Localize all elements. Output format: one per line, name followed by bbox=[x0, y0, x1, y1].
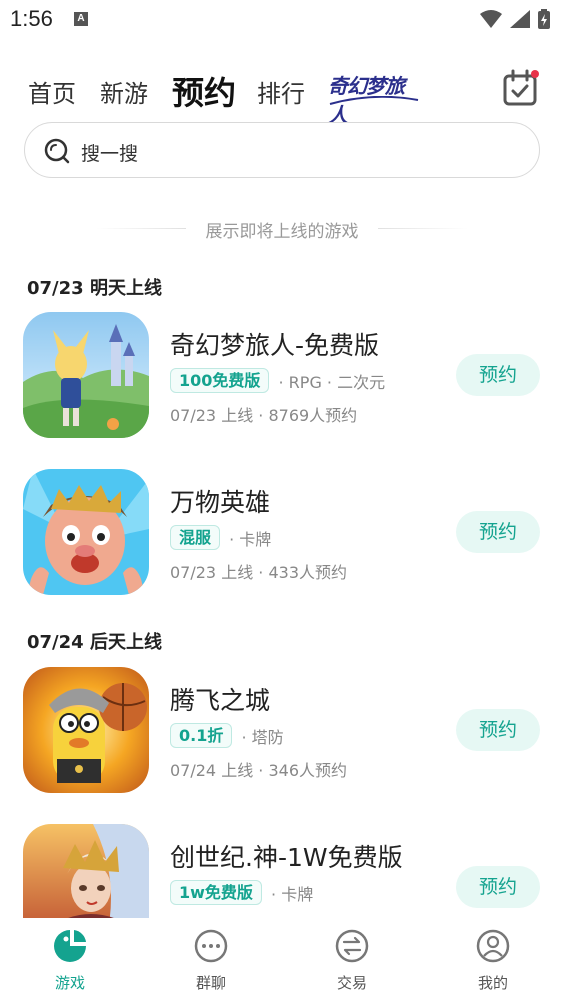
game-item[interactable]: 腾飞之城 0.1折 · 塔防 07/24 上线 · 346人预约 预约 bbox=[0, 667, 564, 797]
game-list: 07/23 明天上线 奇幻梦旅人-免费版 100免费版 · RPG · 二次元 … bbox=[0, 0, 564, 918]
reserve-button[interactable]: 预约 bbox=[456, 866, 540, 908]
game-launch-info: 07/24 上线 · 346人预约 bbox=[170, 761, 347, 780]
game-title: 腾飞之城 bbox=[170, 686, 271, 715]
game-badge: 0.1折 bbox=[170, 723, 233, 748]
game-item[interactable]: 创世纪.神-1W免费版 1w免费版 · 卡牌 预约 bbox=[0, 824, 564, 918]
game-title: 万物英雄 bbox=[170, 488, 271, 517]
game-tags: · 塔防 bbox=[241, 727, 284, 747]
game-title: 奇幻梦旅人-免费版 bbox=[170, 331, 380, 360]
game-item[interactable]: 万物英雄 混服 · 卡牌 07/23 上线 · 433人预约 预约 bbox=[0, 469, 564, 599]
bottom-nav-label: 交易 bbox=[336, 974, 367, 992]
profile-icon bbox=[476, 929, 510, 963]
exchange-icon bbox=[335, 929, 369, 963]
game-meta: 0.1折 · 塔防 bbox=[170, 723, 284, 749]
bottom-nav-profile[interactable]: 我的 bbox=[453, 928, 533, 1004]
chat-icon bbox=[194, 929, 228, 963]
game-icon-soaring-city bbox=[23, 667, 149, 793]
game-tags: · 卡牌 bbox=[271, 884, 314, 904]
game-icon-fantasy-traveler bbox=[23, 312, 149, 438]
game-title: 创世纪.神-1W免费版 bbox=[170, 843, 403, 872]
game-badge: 100免费版 bbox=[170, 368, 270, 393]
game-icon-heroes bbox=[23, 469, 149, 595]
section-header-tomorrow: 07/23 明天上线 bbox=[27, 278, 162, 299]
reserve-button[interactable]: 预约 bbox=[456, 709, 540, 751]
reserve-button[interactable]: 预约 bbox=[456, 354, 540, 396]
game-badge: 混服 bbox=[170, 525, 221, 550]
game-launch-info: 07/23 上线 · 433人预约 bbox=[170, 563, 347, 582]
bottom-nav-label: 游戏 bbox=[54, 974, 85, 992]
bottom-nav-label: 我的 bbox=[477, 974, 508, 992]
bottom-nav: 游戏 群聊 交易 我的 bbox=[0, 918, 564, 1004]
game-launch-info: 07/23 上线 · 8769人预约 bbox=[170, 406, 358, 425]
bottom-nav-trade[interactable]: 交易 bbox=[312, 928, 392, 1004]
game-meta: 1w免费版 · 卡牌 bbox=[170, 880, 313, 906]
game-icon-genesis-god bbox=[23, 824, 149, 918]
bottom-nav-label: 群聊 bbox=[195, 974, 226, 992]
game-item[interactable]: 奇幻梦旅人-免费版 100免费版 · RPG · 二次元 07/23 上线 · … bbox=[0, 312, 564, 442]
game-meta: 混服 · 卡牌 bbox=[170, 525, 271, 551]
bottom-nav-games[interactable]: 游戏 bbox=[30, 928, 110, 1004]
game-tags: · RPG · 二次元 bbox=[278, 372, 386, 392]
reserve-button[interactable]: 预约 bbox=[456, 511, 540, 553]
bottom-nav-chat[interactable]: 群聊 bbox=[171, 928, 251, 1004]
section-header-day-after: 07/24 后天上线 bbox=[27, 632, 162, 653]
game-icon bbox=[54, 930, 86, 962]
game-badge: 1w免费版 bbox=[170, 880, 262, 905]
game-tags: · 卡牌 bbox=[229, 529, 272, 549]
game-meta: 100免费版 · RPG · 二次元 bbox=[170, 368, 385, 394]
